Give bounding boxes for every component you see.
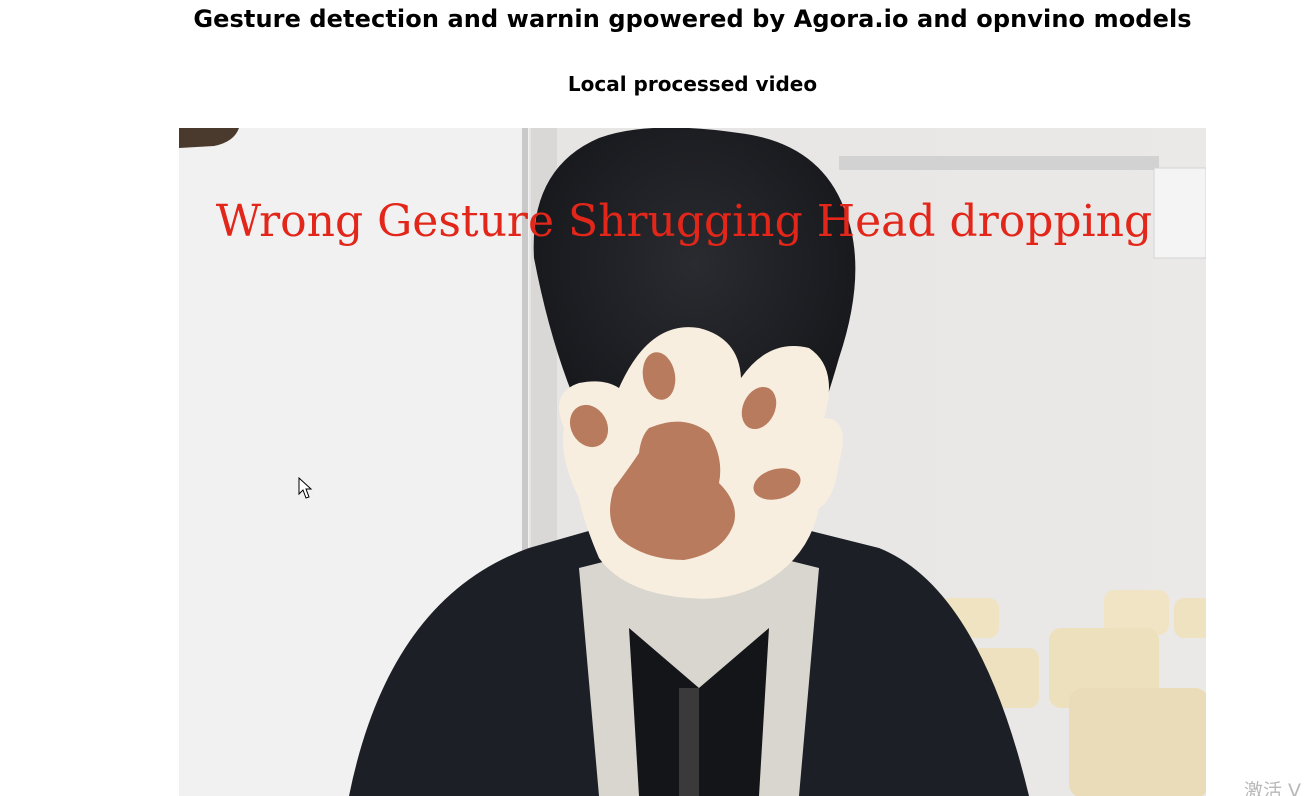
door-frame [522,128,528,558]
gesture-warning-text: Wrong Gesture Shrugging Head dropping [216,196,1152,247]
activation-watermark: 激活 V [1244,780,1302,796]
page-title: Gesture detection and warnin gpowered by… [193,5,1192,33]
local-video[interactable]: Wrong Gesture Shrugging Head dropping [179,128,1206,796]
video-heading: Local processed video [567,72,818,96]
wall-unit [1153,167,1206,259]
ceiling-strip [839,156,1159,170]
video-scene: Wrong Gesture Shrugging Head dropping [179,128,1206,796]
zipper [679,688,699,796]
mouse-cursor-icon [298,477,313,499]
